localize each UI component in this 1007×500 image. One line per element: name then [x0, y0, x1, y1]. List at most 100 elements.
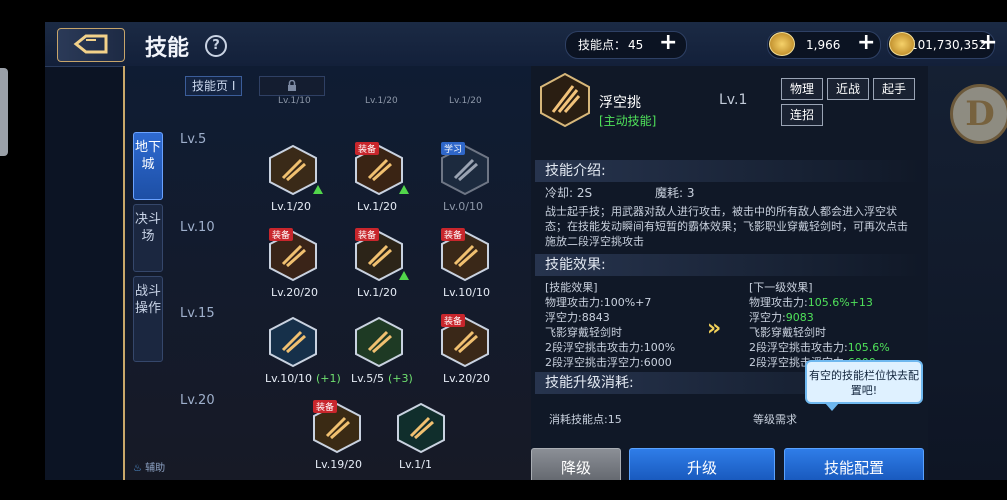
effect-line: 飞影穿戴轻剑时: [545, 326, 622, 339]
chip-physical: 物理: [781, 78, 823, 100]
upgrade-button[interactable]: 升级: [629, 448, 775, 480]
skill-description: 战士起手技；用武器对敌人进行攻击，被击中的所有敌人都会进入浮空状态；在技能发动瞬…: [545, 205, 908, 248]
gold-coin-icon: [889, 32, 915, 56]
currency1-value: 1,966: [806, 38, 841, 52]
effect-line: 浮空力:8843: [545, 311, 610, 324]
skill-tag-badge: 装备: [355, 228, 380, 241]
cooldown: 冷却: 2S: [545, 186, 593, 200]
skill-bonus: (+1): [315, 372, 341, 385]
bottom-black-bar: [0, 480, 1007, 500]
upgrade-arrow-icon: [399, 185, 409, 194]
upgrade-arrow-icon: [313, 185, 323, 194]
effect-line: 物理攻击力:105.6%+13: [749, 296, 873, 309]
assist-icon: ♨: [133, 463, 142, 474]
tab-battle-controls[interactable]: 战斗操作: [133, 276, 163, 362]
skill-slot[interactable]: 装备: [353, 142, 409, 196]
skill-level-label: Lv.0/10: [443, 200, 483, 213]
skill-tag-badge: 装备: [441, 314, 466, 327]
effect-line: 2段浮空挑击浮空力:6000: [545, 356, 672, 369]
skill-page-tab[interactable]: 技能页 I: [185, 76, 243, 96]
skill-tag-badge: 装备: [355, 142, 380, 155]
top-bar: 技能 ? 技能点： 45 + 1,966 + 101,730,352 +: [45, 22, 1007, 67]
skill-points-value: 45: [628, 38, 644, 52]
add-currency2-button[interactable]: +: [979, 30, 997, 56]
add-currency1-button[interactable]: +: [857, 30, 875, 56]
chip-starter: 起手: [873, 78, 915, 100]
skill-slot[interactable]: 装备: [439, 228, 491, 282]
skill-type: [主动技能]: [599, 114, 657, 128]
downgrade-button[interactable]: 降级: [531, 448, 621, 480]
config-hint-tooltip: 有空的技能栏位快去配置吧!: [805, 360, 923, 411]
skill-slot[interactable]: 装备: [267, 228, 319, 282]
effect-line: 物理攻击力:100%+7: [545, 296, 652, 309]
skill-icon: [269, 316, 317, 368]
skill-detail-panel: 浮空挑 [主动技能] Lv.1 物理 近战 起手 连招 技能介绍: 冷却: 2S…: [531, 66, 928, 480]
d-logo-icon: D: [950, 84, 1007, 144]
skill-tag-badge: 装备: [313, 400, 338, 413]
tab-dungeon[interactable]: 地下城: [133, 132, 163, 200]
double-arrow-icon: »: [707, 316, 722, 341]
skill-icon: [355, 316, 403, 368]
skill-icon: [397, 402, 445, 454]
upgrade-arrow-icon: [399, 271, 409, 280]
mana-cost: 魔耗: 3: [655, 186, 695, 200]
skill-level-label: Lv.10/10 (+1): [265, 372, 341, 385]
skill-tree-panel: 地下城 决斗场 战斗操作 技能页 I Lv.1/10 Lv.1/20 Lv.1/…: [123, 66, 533, 480]
skill-level-label: Lv.1/20: [271, 200, 311, 213]
effect-line: 浮空力:9083: [749, 311, 814, 324]
skill-level-label: Lv.5/5 (+3): [351, 372, 413, 385]
skill-level-label: Lv.1/1: [399, 458, 432, 471]
back-button[interactable]: [57, 28, 125, 62]
skill-slot[interactable]: 装备: [353, 228, 409, 282]
skill-name: 浮空挑: [599, 95, 641, 111]
cut-label: Lv.1/20: [365, 96, 398, 106]
skill-slot[interactable]: [395, 402, 447, 454]
help-icon[interactable]: ?: [205, 35, 227, 57]
skill-tag-badge: 学习: [441, 142, 466, 155]
skill-slot[interactable]: [267, 144, 323, 196]
locked-page-tab[interactable]: [259, 76, 325, 96]
effect-line: 飞影穿戴轻剑时: [749, 326, 826, 339]
next-effect: [下一级效果] 物理攻击力:105.6%+13 浮空力:9083 飞影穿戴轻剑时…: [749, 280, 890, 370]
skill-icon-large: [540, 72, 590, 128]
cost-points: 消耗技能点:15: [549, 413, 622, 426]
assist-link[interactable]: ♨ 辅助: [133, 459, 165, 474]
skill-level-label: Lv.20/20: [271, 286, 318, 299]
level-row-label: Lv.20: [180, 393, 215, 408]
level-row-label: Lv.10: [180, 220, 215, 235]
skill-tag-badge: 装备: [441, 228, 466, 241]
currency2-value: 101,730,352: [910, 38, 987, 52]
chip-melee: 近战: [827, 78, 869, 100]
skill-level-label: Lv.1/20: [357, 200, 397, 213]
intro-header: 技能介绍:: [535, 160, 924, 182]
skill-slot[interactable]: 学习: [439, 142, 491, 196]
level-requirement: 等级需求: [753, 413, 797, 426]
game-screen: 技能 ? 技能点： 45 + 1,966 + 101,730,352 + 地下城…: [45, 22, 1007, 480]
coin-icon: [769, 32, 795, 56]
level-row-label: Lv.5: [180, 132, 207, 147]
chip-combo: 连招: [781, 104, 823, 126]
skill-slot[interactable]: [353, 316, 405, 368]
level-row-label: Lv.15: [180, 306, 215, 321]
add-skill-points-button[interactable]: +: [659, 30, 677, 56]
effect-line: 2段浮空挑击攻击力:105.6%: [749, 341, 890, 354]
back-arrow-icon: [73, 34, 108, 54]
skill-slot[interactable]: 装备: [439, 314, 491, 368]
skill-slot[interactable]: 装备: [311, 400, 363, 454]
skill-level-label: Lv.10/10: [443, 286, 490, 299]
lock-icon: [288, 80, 296, 91]
page-title: 技能: [145, 36, 190, 61]
skill-level-label: Lv.1/20: [357, 286, 397, 299]
system-side-strip: [0, 0, 45, 500]
current-effect-title: [技能效果]: [545, 281, 598, 294]
skill-slot[interactable]: [267, 316, 319, 368]
tab-duel[interactable]: 决斗场: [133, 204, 163, 272]
cut-label: Lv.1/20: [449, 96, 482, 106]
skill-level-label: Lv.19/20: [315, 458, 362, 471]
current-effect: [技能效果] 物理攻击力:100%+7 浮空力:8843 飞影穿戴轻剑时 2段浮…: [545, 280, 675, 370]
skill-level-label: Lv.20/20: [443, 372, 490, 385]
skill-bonus: (+3): [387, 372, 413, 385]
skill-config-button[interactable]: 技能配置: [784, 448, 924, 480]
side-handle[interactable]: [0, 68, 8, 156]
next-effect-title: [下一级效果]: [749, 281, 813, 294]
